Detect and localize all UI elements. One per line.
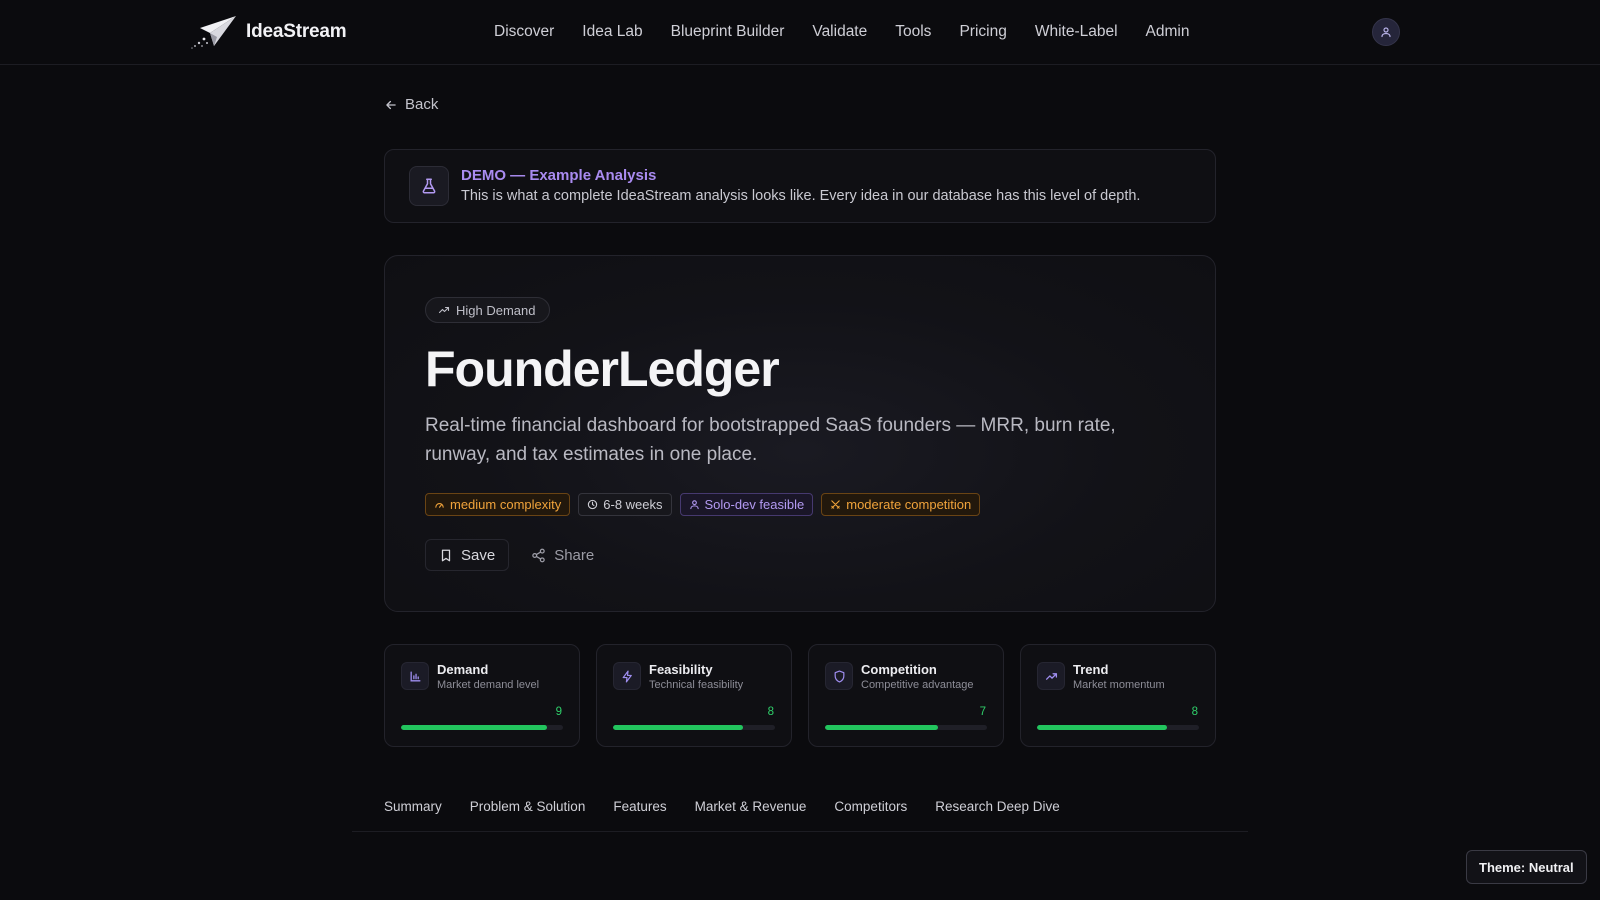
main-nav: Discover Idea Lab Blueprint Builder Vali… [480,20,1203,44]
clock-icon [588,499,598,510]
brand-logo-link[interactable]: IdeaStream [190,14,347,50]
nav-tools[interactable]: Tools [881,20,945,44]
complexity-label: medium complexity [450,497,562,512]
metric-subtitle: Market demand level [437,679,540,691]
demo-title: DEMO — Example Analysis [461,167,657,184]
back-label: Back [405,96,439,113]
top-navigation-bar: IdeaStream Discover Idea Lab Blueprint B… [0,0,1600,65]
trending-up-icon [438,306,450,314]
metric-card-demand: Demand Market demand level 9 [384,644,580,747]
flask-icon [422,178,436,194]
back-link[interactable]: Back [384,96,438,113]
metric-value: 7 [979,706,986,718]
tab-summary[interactable]: Summary [372,790,456,831]
gauge-icon [435,503,444,508]
timeline-chip: 6-8 weeks [578,493,672,516]
metric-card-trend: Trend Market momentum 8 [1020,644,1216,747]
high-demand-badge: High Demand [425,297,550,323]
tab-competitors[interactable]: Competitors [820,790,921,831]
metric-bar-fill [613,725,743,730]
share-label: Share [554,546,595,564]
complexity-chip: medium complexity [425,493,571,516]
competition-chip: moderate competition [821,493,981,516]
trending-up-icon [1045,672,1057,680]
metric-bar [1037,725,1199,730]
metric-bar-fill [401,725,547,730]
nav-white-label[interactable]: White-Label [1021,20,1132,44]
metric-bar-fill [1037,725,1167,730]
tab-market-revenue[interactable]: Market & Revenue [681,790,821,831]
analysis-tabs: Summary Problem & Solution Features Mark… [352,790,1248,832]
save-button[interactable]: Save [425,539,510,571]
theme-toggle-button[interactable]: Theme: Neutral [1466,850,1587,884]
idea-title: FounderLedger [425,341,780,397]
tab-research-deep-dive[interactable]: Research Deep Dive [921,790,1074,831]
shield-icon [834,669,844,683]
metric-subtitle: Market momentum [1073,679,1165,691]
tab-problem-solution[interactable]: Problem & Solution [456,790,600,831]
share-icon [532,548,545,562]
demo-text: This is what a complete IdeaStream analy… [461,188,1141,204]
metric-card-competition: Competition Competitive advantage 7 [808,644,1004,747]
idea-description: Real-time financial dashboard for bootst… [425,415,1116,465]
nav-idea-lab[interactable]: Idea Lab [568,20,656,44]
user-icon [689,500,699,510]
metric-title: Feasibility [649,662,713,677]
swords-icon [831,500,840,509]
nav-admin[interactable]: Admin [1132,20,1204,44]
nav-blueprint-builder[interactable]: Blueprint Builder [657,20,799,44]
metric-title: Competition [861,662,937,677]
metric-title: Demand [437,662,489,677]
metric-card-feasibility: Feasibility Technical feasibility 8 [596,644,792,747]
tab-features[interactable]: Features [599,790,680,831]
badge-label: High Demand [456,302,536,318]
idea-hero-card: High Demand FounderLedger Real-time fina… [384,255,1216,612]
save-label: Save [461,546,496,564]
demo-icon-box [409,166,449,206]
brand-name: IdeaStream [246,21,347,42]
nav-validate[interactable]: Validate [798,20,881,44]
metric-subtitle: Technical feasibility [649,679,744,691]
nav-pricing[interactable]: Pricing [945,20,1020,44]
metric-value: 8 [767,706,774,718]
metric-value: 8 [1191,706,1198,718]
user-icon [1381,27,1391,38]
paper-plane-icon [191,16,236,49]
competition-label: moderate competition [846,497,972,512]
arrow-left-icon [386,100,396,109]
timeline-label: 6-8 weeks [603,497,663,512]
bar-chart-icon [410,671,420,681]
metric-bar [825,725,987,730]
metric-subtitle: Competitive advantage [861,679,974,691]
demo-banner: DEMO — Example Analysis This is what a c… [384,149,1216,223]
metric-value: 9 [555,706,562,718]
metric-bar [613,725,775,730]
user-avatar-button[interactable] [1372,18,1400,46]
bookmark-icon [441,549,451,561]
idea-actions: Save Share [425,539,606,571]
lightning-icon [622,669,632,683]
nav-discover[interactable]: Discover [480,20,568,44]
share-button[interactable]: Share [519,539,606,571]
metric-bar [401,725,563,730]
solo-dev-chip: Solo-dev feasible [679,493,814,516]
idea-chips: medium complexity 6-8 weeks Solo-dev fea… [425,493,981,516]
solo-dev-label: Solo-dev feasible [704,497,805,512]
metric-title: Trend [1073,662,1109,677]
metric-bar-fill [825,725,939,730]
